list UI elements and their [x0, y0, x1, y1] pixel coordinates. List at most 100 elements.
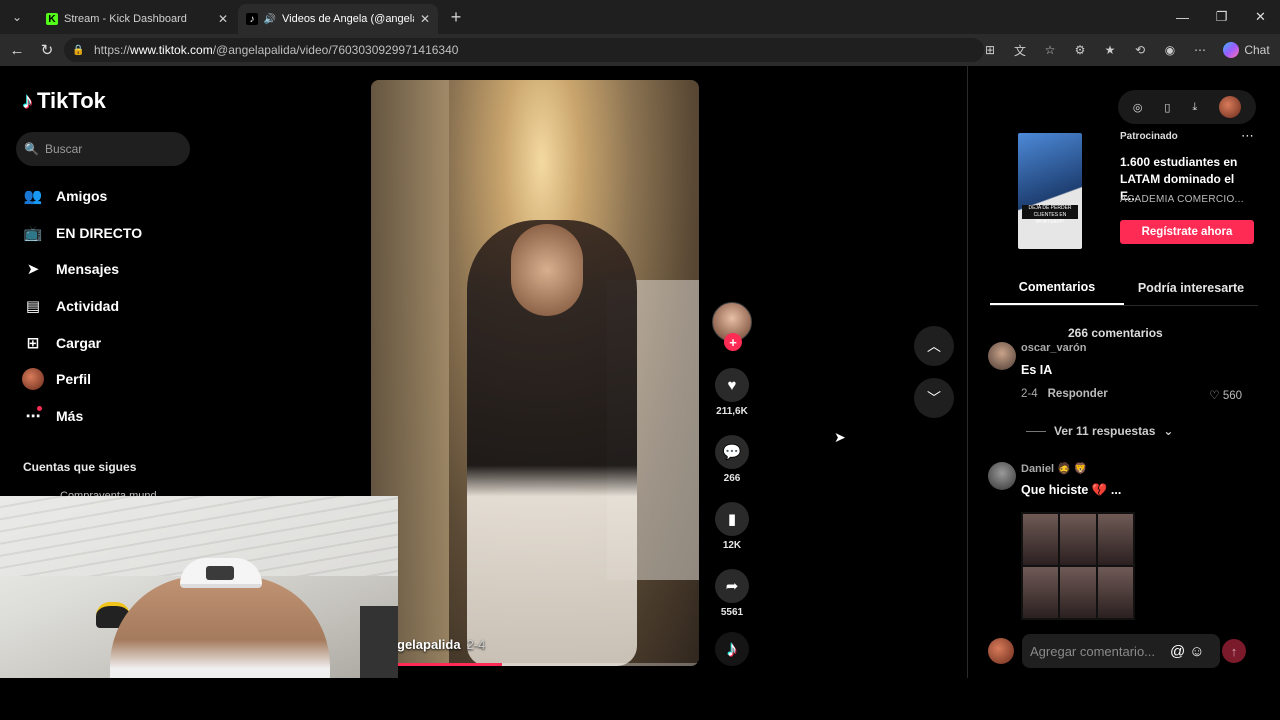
download-icon[interactable]: ⤓ — [1192, 101, 1197, 114]
comment-username[interactable]: oscar_varón — [1021, 342, 1086, 354]
comment-count: 266 — [723, 473, 741, 484]
view-replies-button[interactable]: Ver 11 respuestas ⌄ — [1026, 424, 1173, 438]
history-icon[interactable]: ⟲ — [1127, 38, 1153, 62]
minimize-icon[interactable]: — — [1163, 0, 1202, 34]
mouse-cursor-icon: ➤ — [834, 429, 846, 445]
sidebar-item-cargar[interactable]: ⊞ Cargar — [22, 324, 322, 361]
copilot-chat-button[interactable]: Chat — [1217, 38, 1276, 62]
comment-icon[interactable]: 💬 — [715, 435, 749, 469]
activity-icon: ▤ — [25, 298, 41, 316]
commenter-avatar[interactable] — [988, 342, 1016, 370]
address-bar[interactable]: 🔒 https://www.tiktok.com/@angelapalida/v… — [64, 38, 984, 62]
comment-image-grid[interactable] — [1021, 512, 1135, 620]
coins-icon[interactable]: ◎ — [1133, 101, 1143, 114]
video-username[interactable]: gelapalida — [397, 637, 461, 652]
favorite-star-icon[interactable]: ☆ — [1037, 38, 1063, 62]
sidebar-item-label: EN DIRECTO — [56, 224, 143, 241]
tab-comentarios[interactable]: Comentarios — [990, 270, 1124, 305]
tiktok-sound-icon[interactable]: ♪ — [715, 632, 749, 666]
tiktok-logo[interactable]: ♪ TikTok — [22, 88, 106, 114]
emoji-icon[interactable]: ☺ — [1189, 643, 1204, 660]
live-icon: 📺 — [23, 224, 43, 242]
share-action[interactable]: ➦ 5561 — [710, 569, 754, 618]
grid-thumb — [1060, 514, 1096, 565]
favorites-icon[interactable]: ★ — [1097, 38, 1123, 62]
reply-button[interactable]: Responder — [1048, 388, 1108, 400]
audio-playing-icon[interactable]: 🔊 — [264, 13, 276, 25]
sidebar-item-mas[interactable]: ⋯ Más — [22, 398, 322, 435]
video-actions: + ♥ 211,6K 💬 266 ▮ 12K ➦ 5561 ♪ — [710, 302, 754, 666]
browser-tab-kick[interactable]: K Stream - Kick Dashboard ✕ — [38, 4, 236, 34]
like-action[interactable]: ♥ 211,6K — [710, 368, 754, 417]
close-window-icon[interactable]: ✕ — [1241, 0, 1280, 34]
profile-icon[interactable]: ◉ — [1157, 38, 1183, 62]
heart-outline-icon: ♡ — [1209, 390, 1220, 402]
top-right-tools: ◎ ▯ ⤓ — [1118, 90, 1256, 124]
video-subject-head — [511, 224, 583, 316]
bookmark-icon[interactable]: ▮ — [715, 502, 749, 536]
sidebar-item-actividad[interactable]: ▤ Actividad — [22, 288, 322, 325]
sidebar-item-label: Actividad — [56, 298, 120, 315]
comment-input[interactable] — [1030, 643, 1166, 659]
device-icon[interactable]: ▯ — [1164, 101, 1170, 114]
search-input[interactable] — [44, 142, 185, 156]
sidebar-item-amigos[interactable]: 👥 Amigos — [22, 178, 322, 215]
comment-like[interactable]: ♡ 560 — [1209, 388, 1242, 402]
sidebar-item-mensajes[interactable]: ➤ Mensajes — [22, 251, 322, 288]
ad-brand: ACADEMIA COMERCIO... — [1120, 194, 1244, 205]
grid-apps-icon[interactable]: ⊞ — [977, 38, 1003, 62]
previous-video-button[interactable]: ︿ — [914, 326, 954, 366]
user-avatar — [988, 638, 1014, 664]
url-domain: www.tiktok.com — [130, 43, 213, 57]
new-tab-button[interactable]: + — [442, 3, 470, 31]
upload-icon: ⊞ — [26, 334, 40, 352]
save-action[interactable]: ▮ 12K — [710, 502, 754, 551]
profile-avatar — [22, 368, 44, 391]
comment-input-box[interactable]: @ ☺ — [1022, 634, 1220, 668]
extensions-icon[interactable]: ⚙ — [1067, 38, 1093, 62]
next-video-button[interactable]: ﹀ — [914, 378, 954, 418]
mention-icon[interactable]: @ — [1170, 643, 1185, 660]
view-replies-label: Ver 11 respuestas — [1054, 424, 1156, 438]
follow-plus-icon[interactable]: + — [724, 333, 742, 351]
ad-thumbnail[interactable]: DEJA DE PERDER CLIENTES EN WHATSAPP! — [1018, 133, 1082, 249]
commenter-avatar[interactable] — [988, 462, 1016, 490]
video-player[interactable]: gelapalida 2-4 — [371, 80, 699, 666]
tab-title: Stream - Kick Dashboard — [64, 13, 187, 25]
browser-tab-tiktok[interactable]: ♪ 🔊 Videos de Angela (@angelapalida) ✕ — [238, 4, 438, 34]
reload-icon[interactable]: ↻ — [32, 35, 62, 65]
close-tab-icon[interactable]: ✕ — [218, 12, 228, 26]
comment-action[interactable]: 💬 266 — [710, 435, 754, 484]
chevron-up-icon: ︿ — [927, 338, 941, 354]
site-info-icon[interactable]: 🔒 — [72, 45, 86, 56]
sidebar-item-label: Mensajes — [56, 261, 120, 278]
back-icon[interactable]: ← — [2, 35, 32, 65]
notification-dot — [37, 405, 42, 411]
ad-more-icon[interactable]: ⋯ — [1241, 128, 1254, 144]
translate-icon[interactable]: 文 — [1007, 38, 1033, 62]
video-progress-bar[interactable] — [371, 663, 699, 666]
sponsored-ad[interactable]: DEJA DE PERDER CLIENTES EN WHATSAPP! Pat… — [990, 128, 1260, 252]
creator-avatar[interactable]: + — [712, 302, 752, 351]
friends-icon: 👥 — [23, 188, 43, 206]
kick-favicon-icon: K — [46, 13, 58, 25]
share-icon[interactable]: ➦ — [715, 569, 749, 603]
search-box[interactable]: 🔍 — [16, 132, 190, 166]
restore-icon[interactable]: ❐ — [1202, 0, 1241, 34]
send-comment-button[interactable]: ↑ — [1222, 639, 1246, 663]
sidebar-item-en-directo[interactable]: 📺 EN DIRECTO — [22, 215, 322, 252]
register-button[interactable]: Regístrate ahora — [1120, 220, 1254, 244]
tab-list-menu-icon[interactable]: ⌄ — [4, 4, 30, 30]
panel-tabs: Comentarios Podría interesarte — [990, 270, 1258, 306]
heart-icon[interactable]: ♥ — [715, 368, 749, 402]
user-avatar[interactable] — [1219, 96, 1242, 118]
tab-podria-interesarte[interactable]: Podría interesarte — [1124, 270, 1258, 305]
chevron-down-icon: ⌄ — [1163, 424, 1174, 438]
sidebar-item-perfil[interactable]: Perfil — [22, 361, 322, 398]
chevron-down-icon: ﹀ — [927, 390, 941, 406]
close-tab-icon[interactable]: ✕ — [420, 12, 430, 26]
video-date: 2-4 — [466, 637, 486, 652]
comment-username[interactable]: Daniel 🧔 🦁 — [1021, 462, 1088, 475]
url-path: /@angelapalida/video/7603030929971416340 — [212, 43, 459, 57]
more-menu-icon[interactable]: ⋯ — [1187, 38, 1213, 62]
